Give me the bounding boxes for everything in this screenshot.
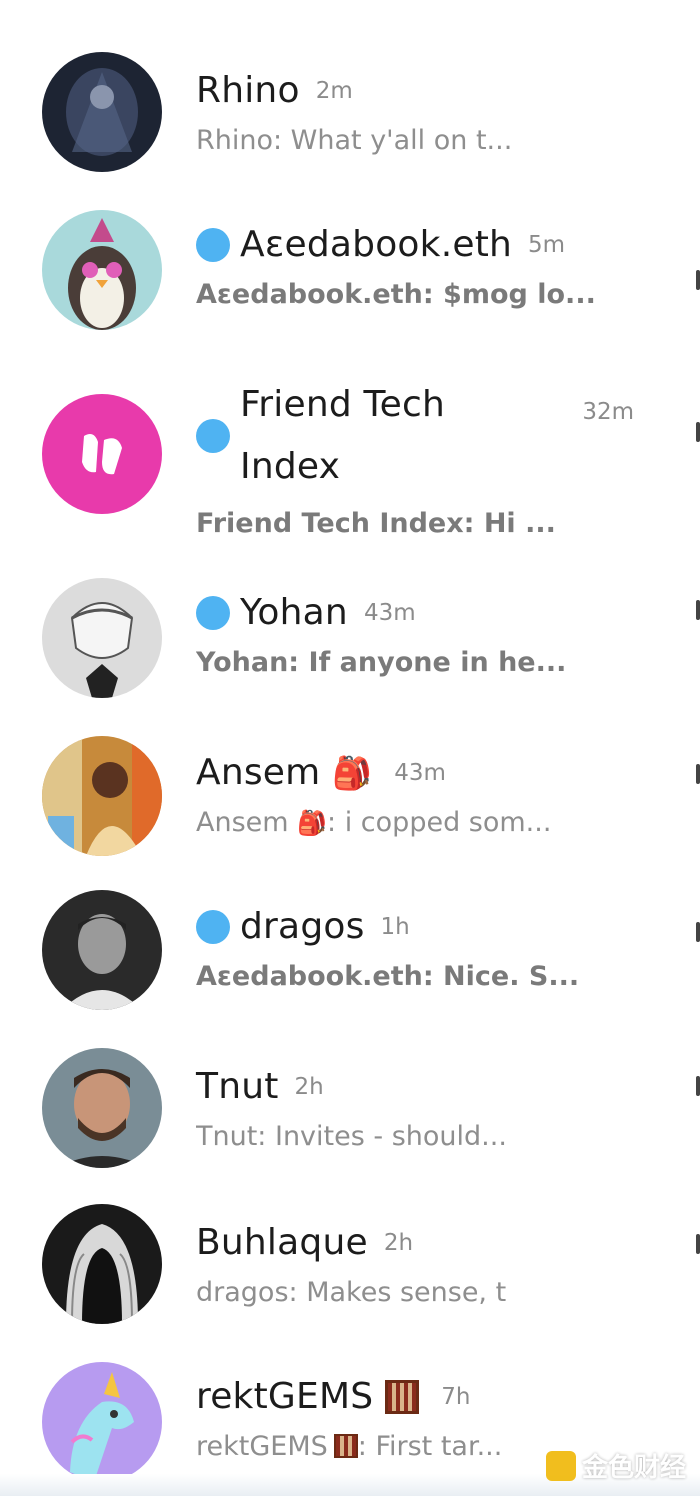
unread-dot-icon — [196, 419, 230, 453]
chat-row-dragos[interactable]: dragos 1h Aεedabook.eth: Nice. S... — [0, 890, 700, 1020]
chat-row-friend-tech-index[interactable]: Friend Tech Index 32m Friend Tech Index:… — [0, 370, 700, 545]
chat-preview: Ansem 🎒: i copped som... — [196, 807, 660, 838]
golden-finance-logo-icon — [545, 1450, 576, 1481]
chat-name: Aεedabook.eth — [240, 224, 513, 265]
chat-row-buhlaque[interactable]: Buhlaque 2h dragos: Makes sense, t — [0, 1204, 700, 1334]
preview-sender: Ansem — [196, 807, 289, 838]
anime-sketch-avatar — [42, 578, 162, 698]
unread-dot-icon — [196, 595, 230, 630]
chat-time: 2m — [315, 77, 353, 104]
chat-preview: Aεedabook.eth: Nice. S... — [196, 961, 580, 992]
dark-warrior-avatar — [42, 52, 162, 172]
watermark: 金色财经 — [545, 1447, 686, 1484]
chat-time: 43m — [363, 599, 416, 626]
chat-name: Rhino — [196, 70, 300, 111]
chat-row-tnut[interactable]: Tnut 2h Tnut: Invites - should... — [0, 1048, 700, 1178]
chat-time: 32m — [582, 399, 634, 425]
friend-tech-logo-avatar — [42, 394, 162, 514]
chat-list: Rhino 2m Rhino: What y'all on t... Aεeda… — [0, 0, 700, 1496]
abacus-icon — [385, 1379, 420, 1414]
chat-time: 43m — [394, 759, 446, 786]
chat-name-line2: Index — [240, 446, 341, 487]
chat-time: 7h — [441, 1383, 471, 1410]
person-photo-avatar — [42, 736, 162, 856]
chat-preview: Yohan: If anyone in he... — [196, 647, 567, 678]
chat-time: 2h — [383, 1229, 414, 1256]
unicorn-avatar — [42, 1362, 162, 1482]
abacus-icon — [333, 1434, 358, 1458]
chat-row-yohan[interactable]: Yohan 43m Yohan: If anyone in he... — [0, 578, 700, 708]
chat-preview: Aεedabook.eth: $mog lo... — [196, 279, 596, 310]
chat-preview: dragos: Makes sense, t — [196, 1277, 507, 1308]
chat-preview: Tnut: Invites - should... — [196, 1121, 507, 1152]
chat-name: dragos — [240, 906, 365, 947]
preview-sender: rektGEMS — [196, 1431, 328, 1462]
chat-name: Ansem — [196, 752, 321, 793]
chat-name: Tnut — [196, 1066, 279, 1107]
chat-time: 2h — [294, 1073, 324, 1100]
chat-name: rektGEMS — [196, 1376, 374, 1417]
chat-preview: Rhino: What y'all on t... — [196, 125, 513, 156]
backpack-icon: 🎒 — [297, 809, 328, 837]
penguin-avatar — [42, 210, 162, 330]
chat-time: 1h — [380, 913, 410, 940]
bearded-man-avatar — [42, 1048, 162, 1168]
man-bw-photo-avatar — [42, 890, 162, 1010]
unread-dot-icon — [196, 227, 230, 262]
chat-row-rhino[interactable]: Rhino 2m Rhino: What y'all on t... — [0, 52, 700, 182]
chat-time: 5m — [528, 231, 566, 258]
chat-name: Yohan — [240, 592, 348, 633]
backpack-icon: 🎒 — [332, 753, 373, 792]
chat-name: Buhlaque — [196, 1222, 368, 1263]
chat-row-aeedabook[interactable]: Aεedabook.eth 5m Aεedabook.eth: $mog lo.… — [0, 210, 700, 340]
chat-row-ansem[interactable]: Ansem 🎒 43m Ansem 🎒: i copped som... — [0, 736, 700, 866]
unread-dot-icon — [196, 909, 230, 944]
chat-preview: Friend Tech Index: Hi ... — [196, 508, 556, 539]
preview-text: : First tar... — [357, 1431, 503, 1462]
watermark-text: 金色财经 — [581, 1453, 686, 1483]
preview-text: : i copped som... — [327, 807, 552, 838]
hooded-figure-avatar — [42, 1204, 162, 1324]
chat-name-line1: Friend Tech — [240, 384, 445, 425]
